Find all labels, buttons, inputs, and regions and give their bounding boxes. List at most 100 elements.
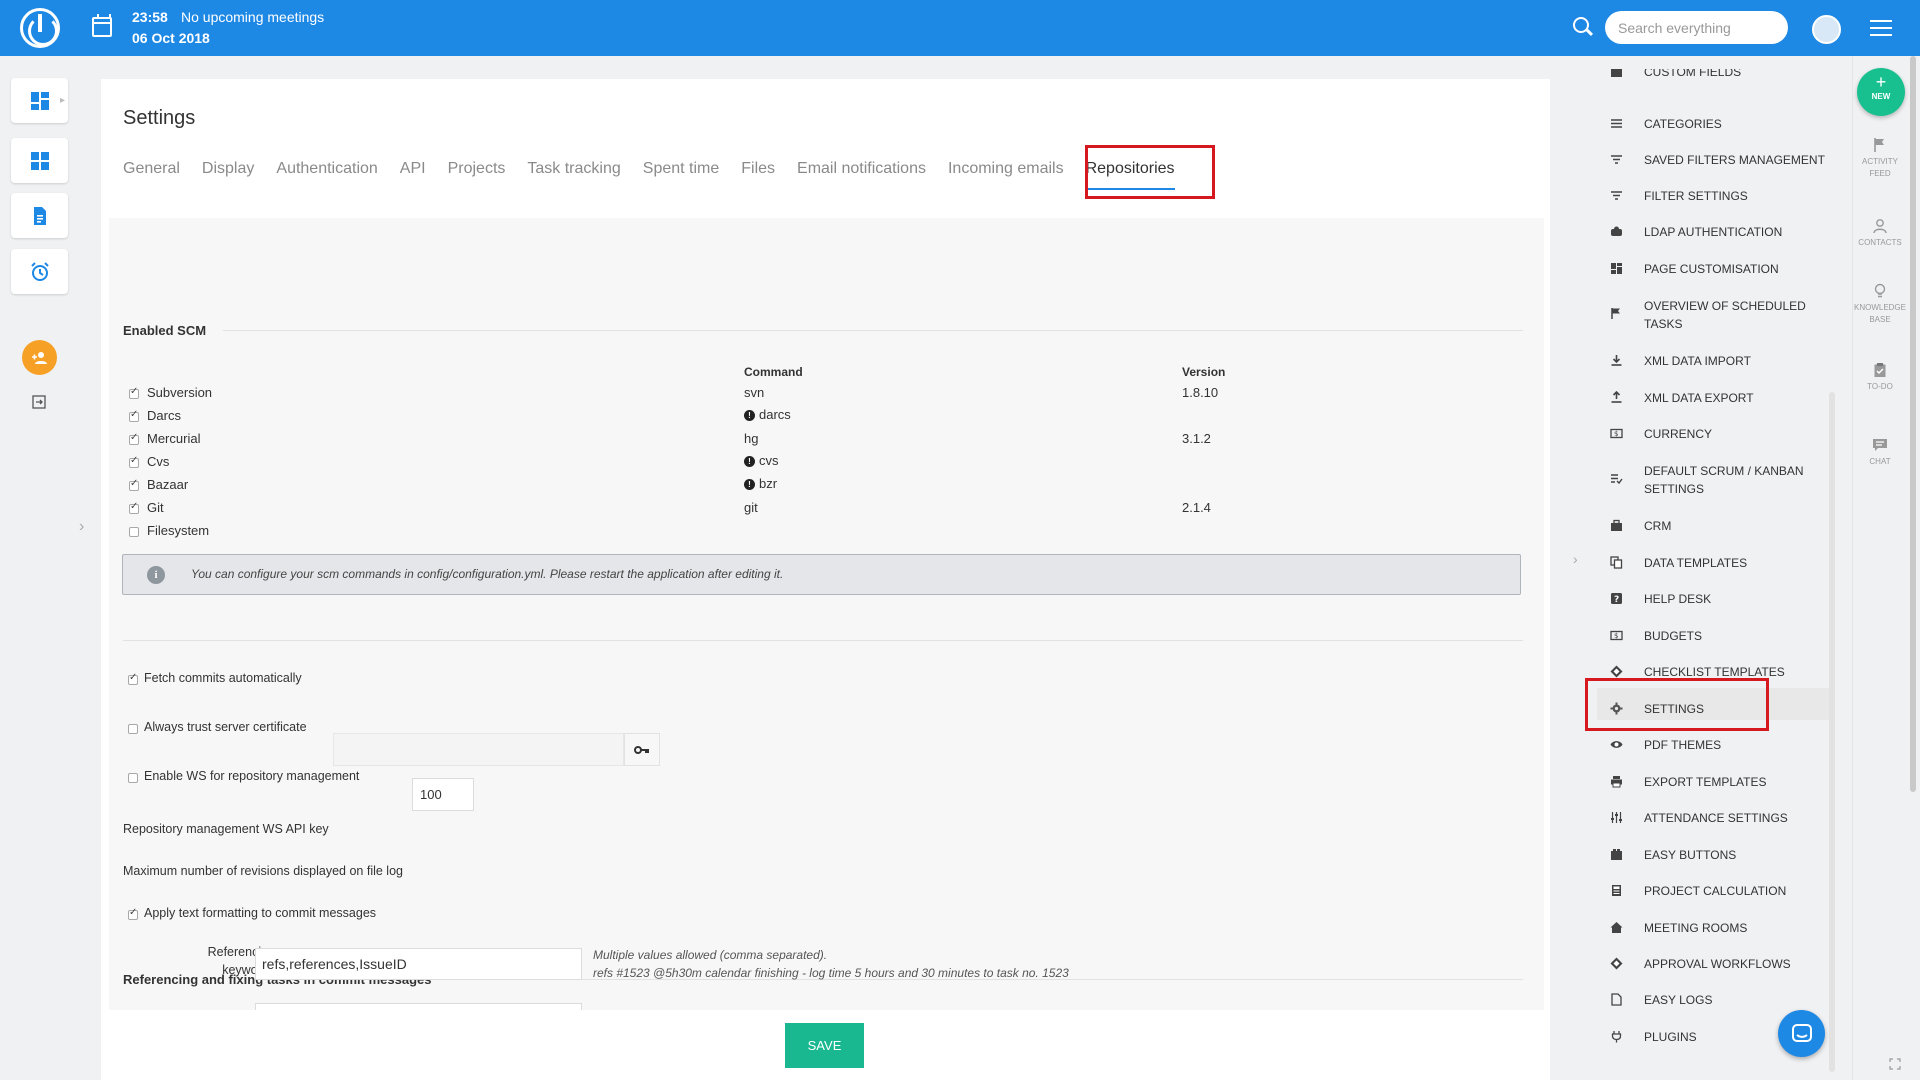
tab-incoming-emails[interactable]: Incoming emails: [948, 160, 1064, 190]
home-dashboard-button[interactable]: [11, 138, 68, 183]
trust-cert-checkbox[interactable]: [128, 724, 138, 734]
enable-ws-checkbox[interactable]: [128, 773, 138, 783]
calendar-icon[interactable]: [92, 14, 112, 37]
scm-command: svn: [744, 385, 765, 400]
documents-button[interactable]: [11, 193, 68, 238]
keywords-example: refs #1523 @5h30m calendar finishing - l…: [593, 966, 1069, 980]
admin-menu-item-data-templates[interactable]: DATA TEMPLATES: [1610, 554, 1866, 572]
admin-menu-item-approval-workflows[interactable]: APPROVAL WORKFLOWS: [1610, 955, 1866, 973]
admin-menu-item-default-scrum-kanban[interactable]: DEFAULT SCRUM / KANBAN SETTINGS: [1610, 462, 1866, 496]
sliders-icon: [1611, 812, 1622, 823]
save-button[interactable]: SAVE: [785, 1023, 864, 1068]
admin-menu-item-overview-of-scheduled[interactable]: OVERVIEW OF SCHEDULED TASKS: [1610, 297, 1866, 331]
admin-menu-label: LDAP AUTHENTICATION: [1644, 225, 1783, 239]
subversion-checkbox[interactable]: [129, 386, 139, 399]
page-scrollbar[interactable]: [1910, 56, 1916, 792]
tab-general[interactable]: General: [123, 160, 180, 190]
scm-command-text: darcs: [759, 407, 791, 422]
admin-menu-item-filter-settings[interactable]: FILTER SETTINGS: [1610, 187, 1866, 205]
app-logo[interactable]: [20, 8, 60, 48]
search-icon[interactable]: [1573, 17, 1589, 33]
admin-menu-item-pdf-themes[interactable]: PDF THEMES: [1610, 736, 1866, 754]
admin-menu-item-project-calculation[interactable]: PROJECT CALCULATION: [1610, 882, 1866, 900]
admin-menu: CUSTOM FIELDS CATEGORIES SAVED FILTERS MAN…: [1581, 69, 1887, 1080]
admin-menu-item-page-customisation[interactable]: PAGE CUSTOMISATION: [1610, 260, 1866, 278]
tab-email-notifications[interactable]: Email notifications: [797, 160, 926, 190]
scm-info-text: You can configure your scm commands in c…: [191, 567, 784, 581]
admin-menu-item-meeting-rooms[interactable]: MEETING ROOMS: [1610, 919, 1866, 937]
bazaar-checkbox[interactable]: [129, 478, 139, 491]
admin-menu-item-easy-buttons[interactable]: EASY BUTTONS: [1610, 846, 1866, 864]
knowledge-base-button[interactable]: KNOWLEDGE BASE: [1852, 283, 1908, 325]
add-user-button[interactable]: [22, 340, 57, 375]
logout-icon[interactable]: [31, 394, 47, 410]
referencing-keywords-input[interactable]: [255, 948, 582, 980]
cvs-checkbox[interactable]: [129, 455, 139, 468]
chat-button[interactable]: CHAT: [1852, 437, 1908, 467]
filesystem-checkbox[interactable]: [129, 527, 139, 537]
alarm-button[interactable]: [11, 249, 68, 294]
admin-menu-item-custom-fields[interactable]: CUSTOM FIELDS: [1610, 69, 1866, 81]
ws-api-key-input[interactable]: [333, 733, 624, 766]
fullscreen-icon[interactable]: [1889, 1058, 1901, 1070]
tab-spent-time[interactable]: Spent time: [643, 160, 719, 190]
fetch-commits-checkbox[interactable]: [128, 672, 138, 685]
admin-menu-item-currency[interactable]: $ CURRENCY: [1610, 425, 1866, 443]
admin-menu-item-export-templates[interactable]: EXPORT TEMPLATES: [1610, 773, 1866, 791]
admin-menu-scrollbar[interactable]: [1829, 392, 1835, 1072]
text-formatting-checkbox[interactable]: [128, 907, 138, 920]
scm-info-box: i You can configure your scm commands in…: [122, 554, 1521, 595]
tab-task-tracking[interactable]: Task tracking: [527, 160, 620, 190]
admin-menu-item-xml-data-import[interactable]: XML DATA IMPORT: [1610, 352, 1866, 370]
user-avatar[interactable]: [1812, 15, 1841, 44]
admin-menu-label: FILTER SETTINGS: [1644, 189, 1748, 203]
contacts-button[interactable]: CONTACTS: [1852, 218, 1908, 248]
admin-menu-item-attendance-settings[interactable]: ATTENDANCE SETTINGS: [1610, 809, 1866, 827]
filter-icon: [1611, 191, 1622, 200]
darcs-checkbox[interactable]: [129, 409, 139, 422]
filter-icon: [1611, 155, 1622, 164]
dashboard-switch-button[interactable]: ▸: [11, 78, 68, 123]
scm-name: Bazaar: [147, 477, 189, 492]
tab-authentication[interactable]: Authentication: [276, 160, 377, 190]
admin-menu-item-easy-logs[interactable]: EASY LOGS: [1610, 991, 1866, 1009]
tab-projects[interactable]: Projects: [448, 160, 506, 190]
repositories-tab-highlight: [1085, 145, 1215, 199]
fixing-keywords-input[interactable]: [255, 1003, 582, 1010]
admin-menu-item-plugins[interactable]: PLUGINS: [1610, 1028, 1866, 1046]
meeting-status[interactable]: No upcoming meetings: [181, 9, 324, 25]
new-button[interactable]: + NEW: [1857, 68, 1905, 116]
hamburger-menu-icon[interactable]: [1870, 20, 1892, 36]
admin-menu-item-saved-filters-management[interactable]: SAVED FILTERS MANAGEMENT: [1610, 151, 1866, 169]
admin-menu-item-xml-data-export[interactable]: XML DATA EXPORT: [1610, 389, 1866, 407]
admin-menu-item-categories[interactable]: CATEGORIES: [1610, 115, 1866, 133]
scm-name: Git: [147, 500, 164, 515]
admin-panel-chevron-icon[interactable]: ›: [1573, 551, 1578, 567]
tab-display[interactable]: Display: [202, 160, 254, 190]
admin-menu-label: MEETING ROOMS: [1644, 921, 1748, 935]
admin-menu-label-line2: TASKS: [1644, 317, 1683, 331]
support-chat-button[interactable]: [1778, 1010, 1825, 1057]
mercurial-checkbox[interactable]: [129, 432, 139, 445]
search-input[interactable]: [1605, 11, 1788, 44]
git-checkbox[interactable]: [129, 501, 139, 514]
activity-label-1: ACTIVITY: [1861, 157, 1898, 166]
sidebar-expand-chevron-icon[interactable]: ›: [79, 518, 84, 536]
max-revisions-input[interactable]: [412, 778, 474, 811]
admin-menu-item-budgets[interactable]: $ BUDGETS: [1610, 627, 1866, 645]
admin-menu-item-ldap-authentication[interactable]: LDAP AUTHENTICATION: [1610, 223, 1866, 241]
scm-version: 2.1.4: [1182, 500, 1211, 515]
plus-icon: +: [1875, 72, 1887, 92]
admin-menu-item-help-desk[interactable]: ? HELP DESK: [1610, 590, 1866, 608]
admin-menu-label: ATTENDANCE SETTINGS: [1644, 811, 1788, 825]
checklist-icon: [1611, 474, 1623, 485]
admin-menu-item-crm[interactable]: CRM: [1610, 517, 1866, 535]
scm-command-text: bzr: [759, 476, 778, 491]
todo-button[interactable]: TO-DO: [1852, 362, 1908, 392]
tab-files[interactable]: Files: [741, 160, 775, 190]
activity-feed-button[interactable]: ACTIVITY FEED: [1852, 137, 1908, 179]
admin-menu-label: PAGE CUSTOMISATION: [1644, 262, 1779, 276]
generate-key-button[interactable]: [624, 733, 660, 766]
upload-icon: [1611, 391, 1622, 403]
tab-api[interactable]: API: [400, 160, 426, 190]
